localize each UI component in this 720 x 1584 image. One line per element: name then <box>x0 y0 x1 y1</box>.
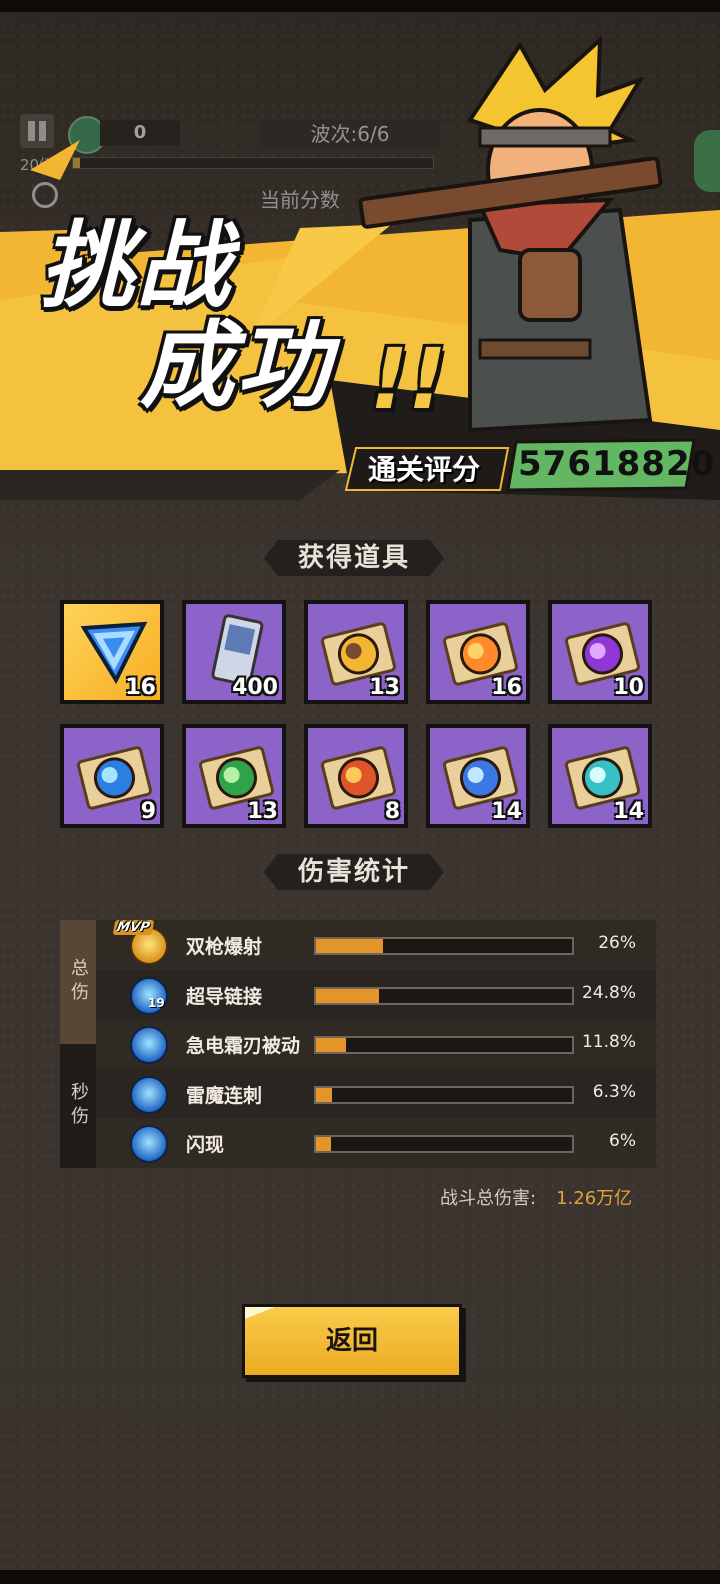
damage-percent: 26% <box>598 933 636 953</box>
skill-level: 19 <box>148 995 165 1010</box>
tab-dps[interactable]: 秒伤 <box>60 1044 96 1168</box>
reward-item[interactable]: 16 <box>426 600 530 704</box>
damage-bar <box>314 937 574 955</box>
damage-bar <box>314 1036 574 1055</box>
skill-name: 超导链接 <box>186 985 263 1008</box>
reward-item[interactable]: 16 <box>60 600 164 704</box>
damage-row: 急电霜刃被动 11.8% <box>96 1019 656 1069</box>
skill-name: 雷魔连刺 <box>186 1084 263 1107</box>
blink-icon <box>130 1125 168 1164</box>
mvp-badge: MVP <box>112 920 154 935</box>
damage-row: 闪现 6% <box>96 1118 656 1168</box>
total-damage: 战斗总伤害: 1.26万亿 <box>440 1184 632 1210</box>
skill-name: 双枪爆射 <box>186 936 263 958</box>
damage-bar-fill <box>316 1087 333 1102</box>
damage-percent: 11.8% <box>581 1032 636 1053</box>
reward-item[interactable]: 8 <box>304 724 408 828</box>
reward-quantity: 13 <box>369 675 400 700</box>
thunder-thrust-icon <box>130 1075 168 1114</box>
reward-item[interactable]: 13 <box>182 724 286 828</box>
damage-percent: 6% <box>609 1131 636 1152</box>
damage-bar <box>314 986 574 1005</box>
reward-quantity: 14 <box>613 799 644 824</box>
damage-tabs: 总伤 秒伤 <box>60 920 96 1168</box>
damage-row: MVP 双枪爆射 26% <box>96 920 656 970</box>
reward-quantity: 400 <box>232 675 278 700</box>
damage-row: 雷魔连刺 6.3% <box>96 1069 656 1119</box>
damage-bar-fill <box>316 939 383 953</box>
damage-percent: 6.3% <box>592 1081 636 1102</box>
tab-total-damage[interactable]: 总伤 <box>60 920 96 1044</box>
reward-quantity: 16 <box>125 675 156 700</box>
title-line-2: 成功 <box>140 312 333 421</box>
back-button[interactable]: 返回 <box>242 1304 462 1378</box>
clear-score-label: 通关评分 <box>368 453 481 486</box>
reward-quantity: 8 <box>384 799 400 824</box>
damage-header: 伤害统计 <box>264 852 444 892</box>
reward-item[interactable]: 400 <box>182 600 286 704</box>
nav-bar <box>0 1570 720 1584</box>
total-damage-value: 1.26万亿 <box>556 1188 633 1209</box>
damage-percent: 24.8% <box>581 982 636 1003</box>
rewards-header: 获得道具 <box>264 538 444 578</box>
skill-name: 闪现 <box>186 1134 225 1157</box>
reward-quantity: 14 <box>491 799 522 824</box>
total-damage-label: 战斗总伤害: <box>440 1188 537 1209</box>
reward-item[interactable]: 13 <box>304 600 408 704</box>
reward-quantity: 13 <box>247 799 278 824</box>
reward-item[interactable]: 9 <box>60 724 164 828</box>
reward-quantity: 16 <box>491 675 522 700</box>
clear-score-value: 57618820 <box>518 444 716 484</box>
reward-quantity: 9 <box>140 799 156 824</box>
damage-bar-fill <box>316 1137 332 1152</box>
damage-bar <box>314 1135 574 1154</box>
damage-row: 19 超导链接 24.8% <box>96 970 656 1020</box>
reward-item[interactable]: 14 <box>548 724 652 828</box>
damage-stats-panel: 总伤 秒伤 MVP 双枪爆射 26% 19 超导链接 24.8% 急电霜刃被动 11.8% 雷魔… <box>60 920 656 1168</box>
frost-blade-icon <box>130 1026 168 1065</box>
damage-bar <box>314 1085 574 1104</box>
damage-bar-fill <box>316 988 380 1003</box>
reward-item[interactable]: 10 <box>548 600 652 704</box>
damage-bar-fill <box>316 1038 347 1053</box>
skill-name: 急电霜刃被动 <box>186 1035 301 1058</box>
reward-item[interactable]: 14 <box>426 724 530 828</box>
reward-quantity: 10 <box>613 675 644 700</box>
title-exclaim: !! <box>370 330 447 428</box>
